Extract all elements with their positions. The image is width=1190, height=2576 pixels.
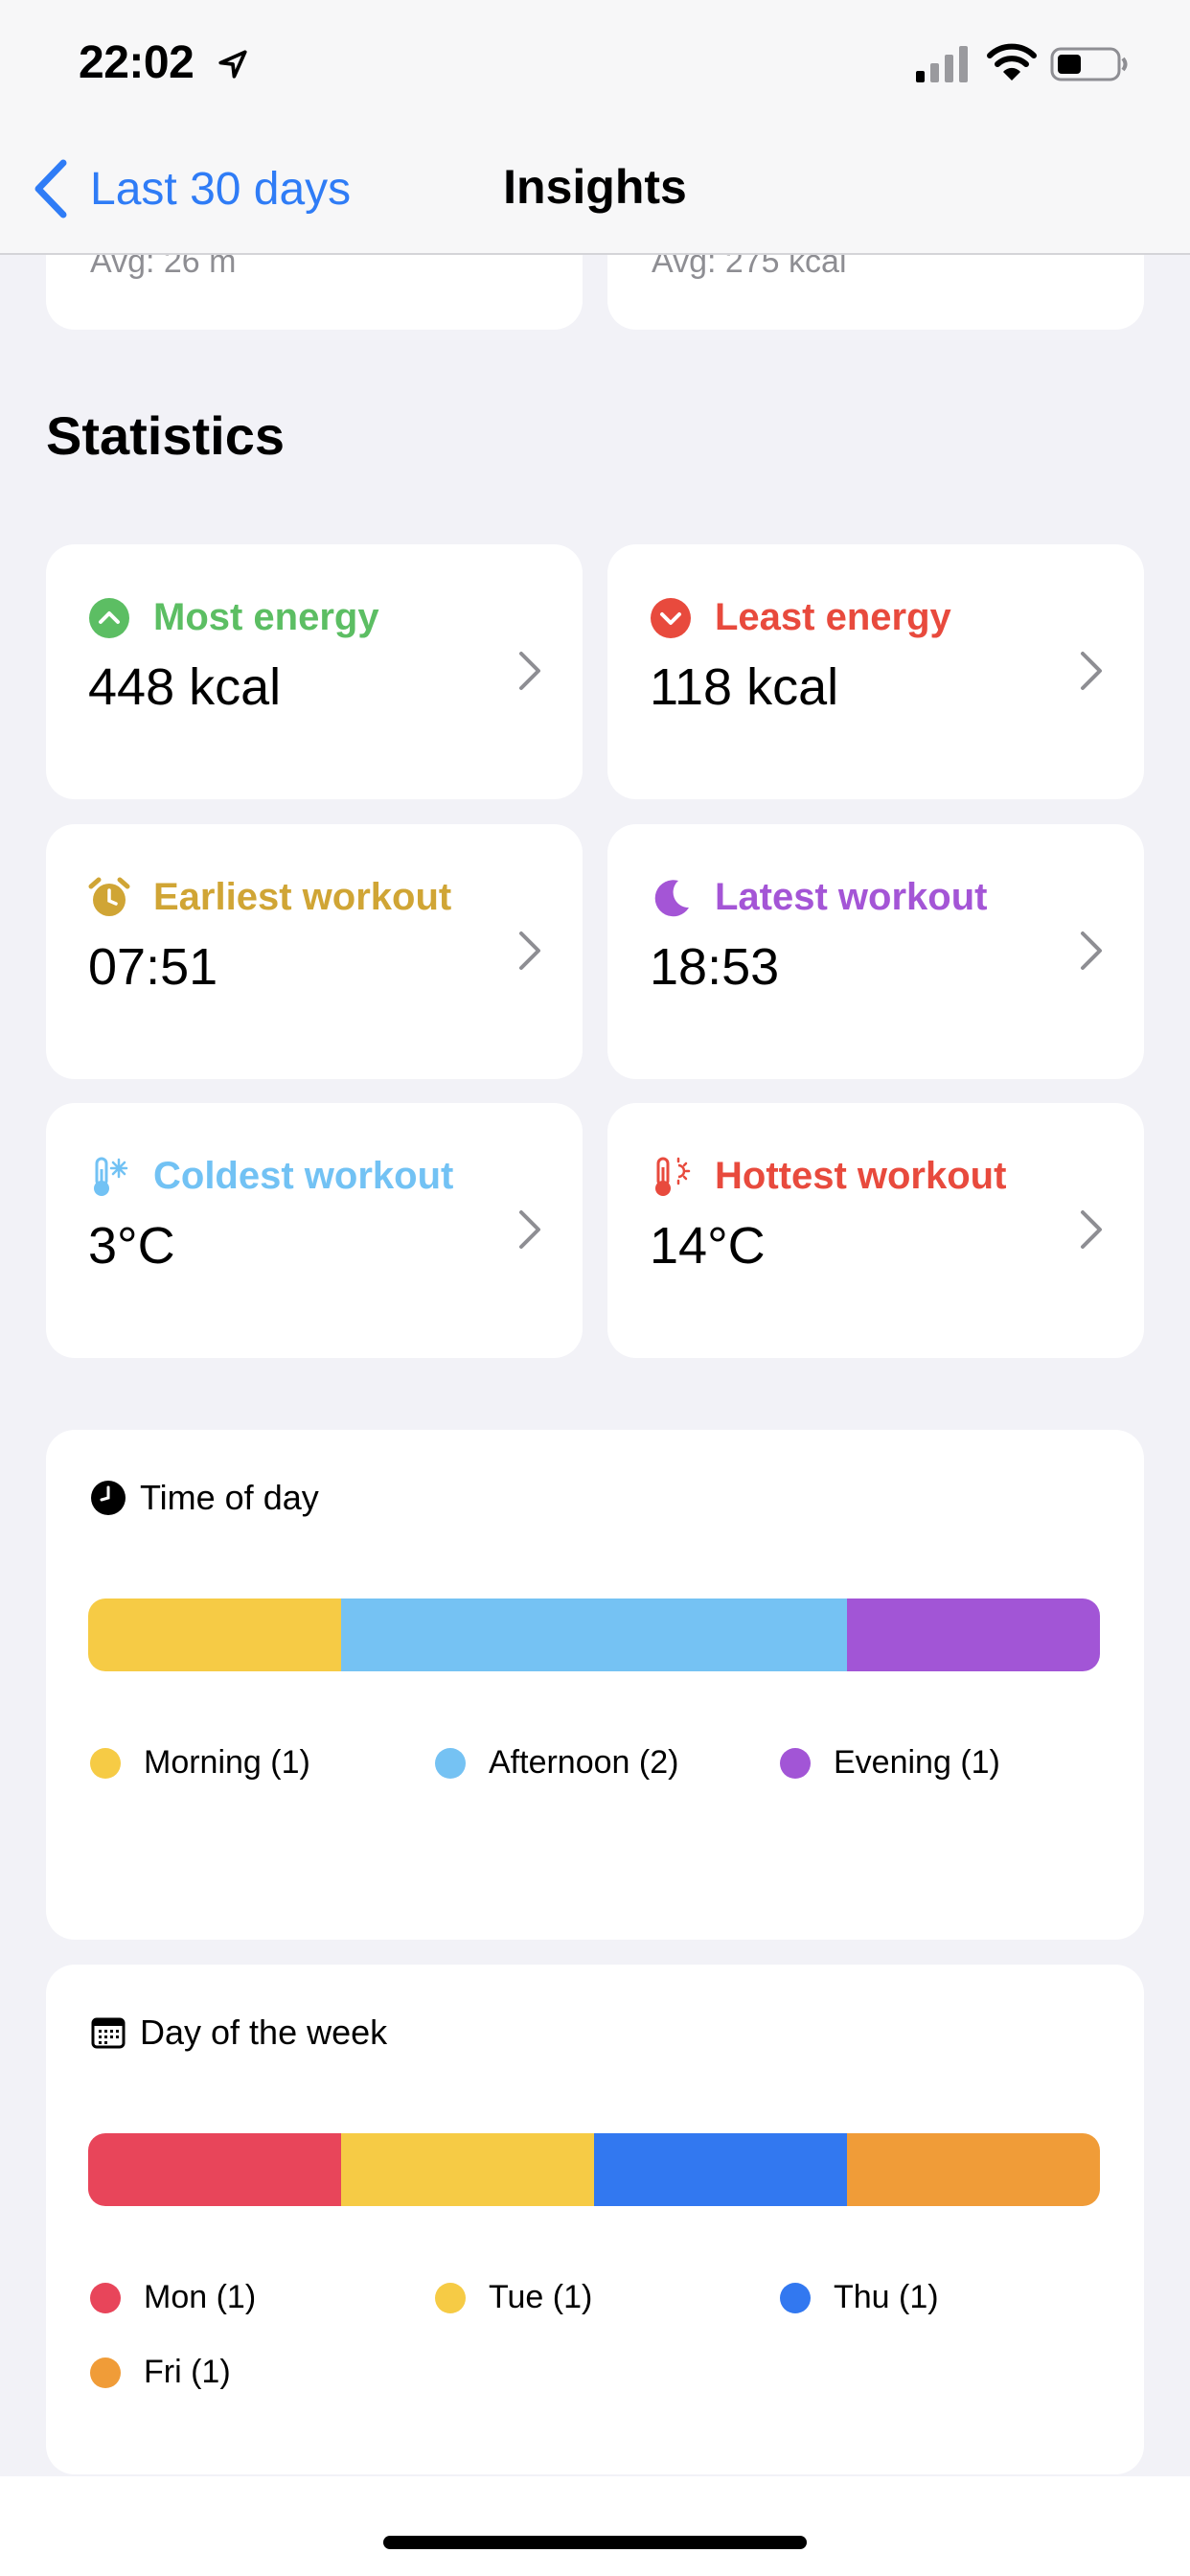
thermometer-snowflake-icon bbox=[94, 1157, 128, 1196]
legend-label: Thu (1) bbox=[834, 2279, 939, 2315]
chevron-right-icon bbox=[1081, 1210, 1102, 1249]
chevron-right-icon bbox=[519, 932, 540, 970]
stat-label: Earliest workout bbox=[153, 876, 452, 918]
day-of-week-card: Day of the week Mon (1) Tue (1) Thu (1) … bbox=[46, 1965, 1144, 2474]
calendar-icon bbox=[91, 2017, 126, 2049]
navigation-bar: 22:02 Last 30 days Insights bbox=[0, 0, 1190, 255]
legend-dot bbox=[435, 1747, 466, 1779]
legend-label: Evening (1) bbox=[834, 1744, 1000, 1781]
home-indicator[interactable] bbox=[383, 2536, 807, 2549]
legend-dot bbox=[435, 2282, 466, 2313]
legend-item-afternoon: Afternoon (2) bbox=[435, 1744, 678, 1782]
stat-label: Hottest workout bbox=[715, 1155, 1007, 1197]
legend-label: Fri (1) bbox=[144, 2354, 231, 2390]
legend-item-tue: Tue (1) bbox=[435, 2279, 592, 2316]
battery-icon bbox=[1050, 47, 1128, 81]
arrow-up-circle-icon bbox=[89, 597, 129, 638]
stat-value: 14°C bbox=[650, 1217, 766, 1275]
page-title: Insights bbox=[503, 160, 687, 214]
stat-card-most-energy[interactable]: Most energy 448 kcal bbox=[46, 544, 583, 799]
stat-card-least-energy[interactable]: Least energy 118 kcal bbox=[607, 544, 1144, 799]
day-of-week-segment bbox=[847, 2133, 1100, 2206]
stat-card-earliest-workout[interactable]: Earliest workout 07:51 bbox=[46, 824, 583, 1079]
legend-dot bbox=[780, 2282, 811, 2313]
stat-card-latest-workout[interactable]: Latest workout 18:53 bbox=[607, 824, 1144, 1079]
time-of-day-segment bbox=[88, 1598, 341, 1671]
legend-dot bbox=[90, 2282, 121, 2313]
time-of-day-segment bbox=[341, 1598, 847, 1671]
arrow-down-circle-icon bbox=[651, 597, 691, 638]
legend-item-fri: Fri (1) bbox=[90, 2354, 231, 2391]
statistics-heading: Statistics bbox=[46, 405, 285, 466]
day-of-week-segment bbox=[594, 2133, 847, 2206]
legend-dot bbox=[90, 2357, 121, 2388]
stat-value: 18:53 bbox=[650, 938, 780, 996]
chevron-right-icon bbox=[1081, 932, 1102, 970]
legend-dot bbox=[780, 1747, 811, 1779]
status-time: 22:02 bbox=[79, 37, 195, 88]
stat-label: Coldest workout bbox=[153, 1155, 454, 1197]
day-of-week-segment bbox=[88, 2133, 341, 2206]
legend-item-mon: Mon (1) bbox=[90, 2279, 256, 2316]
legend-label: Mon (1) bbox=[144, 2279, 257, 2315]
legend-item-evening: Evening (1) bbox=[780, 1744, 1000, 1782]
chevron-right-icon bbox=[519, 1210, 540, 1249]
chevron-right-icon bbox=[519, 652, 540, 690]
legend-dot bbox=[90, 1747, 121, 1779]
time-of-day-bar bbox=[88, 1598, 1100, 1671]
legend-item-thu: Thu (1) bbox=[780, 2279, 939, 2316]
day-of-week-bar bbox=[88, 2133, 1100, 2206]
time-of-day-title: Time of day bbox=[140, 1478, 319, 1517]
chevron-right-icon bbox=[1081, 652, 1102, 690]
stat-value: 3°C bbox=[88, 1217, 175, 1275]
stat-label: Latest workout bbox=[715, 876, 988, 918]
stat-card-coldest-workout[interactable]: Coldest workout 3°C bbox=[46, 1103, 583, 1358]
home-indicator-area bbox=[0, 2476, 1190, 2576]
day-of-week-segment bbox=[341, 2133, 594, 2206]
legend-label: Morning (1) bbox=[144, 1744, 310, 1781]
cellular-signal-icon bbox=[916, 46, 968, 82]
moon-icon bbox=[654, 879, 689, 916]
thermometer-sun-icon bbox=[655, 1157, 691, 1196]
location-arrow-icon bbox=[218, 50, 247, 79]
stat-value: 07:51 bbox=[88, 938, 218, 996]
clock-icon bbox=[91, 1481, 126, 1515]
legend-item-morning: Morning (1) bbox=[90, 1744, 310, 1782]
wifi-icon bbox=[987, 43, 1037, 80]
time-of-day-card: Time of day Morning (1) Afternoon (2) Ev… bbox=[46, 1430, 1144, 1940]
stat-label: Least energy bbox=[715, 596, 951, 638]
time-of-day-segment bbox=[847, 1598, 1100, 1671]
stat-value: 118 kcal bbox=[650, 658, 839, 716]
day-of-week-title: Day of the week bbox=[140, 2012, 388, 2052]
legend-label: Tue (1) bbox=[489, 2279, 593, 2315]
legend-label: Afternoon (2) bbox=[489, 1744, 679, 1781]
stat-value: 448 kcal bbox=[88, 658, 282, 716]
alarm-clock-icon bbox=[88, 877, 130, 916]
stat-label: Most energy bbox=[153, 596, 379, 638]
stat-card-hottest-workout[interactable]: Hottest workout 14°C bbox=[607, 1103, 1144, 1358]
